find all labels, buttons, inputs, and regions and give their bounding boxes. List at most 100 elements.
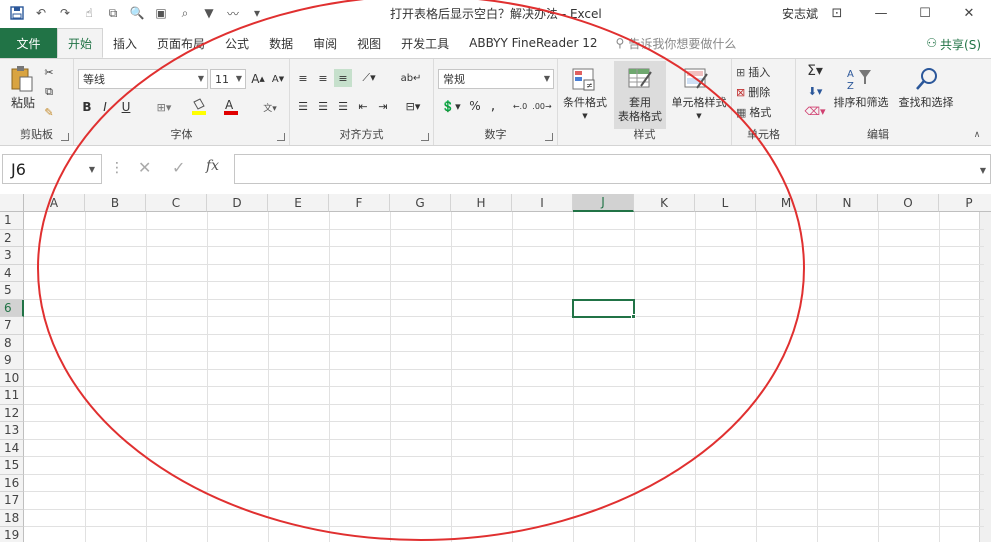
- column-header-n[interactable]: N: [817, 194, 878, 212]
- save-icon[interactable]: [8, 4, 26, 22]
- sort-filter-icon[interactable]: AZ: [844, 65, 874, 93]
- worksheet-grid[interactable]: ▲ ABCDEFGHIJKLMNOP1234567891011121314151…: [0, 194, 991, 542]
- column-header-j[interactable]: J: [573, 194, 634, 212]
- underline-button[interactable]: U: [116, 97, 136, 117]
- comma-button[interactable]: ,: [486, 97, 500, 115]
- column-header-e[interactable]: E: [268, 194, 329, 212]
- print-preview-icon[interactable]: 🔍: [128, 4, 146, 22]
- column-header-f[interactable]: F: [329, 194, 390, 212]
- row-header-5[interactable]: 5: [0, 282, 24, 300]
- name-box[interactable]: J6 ▼: [2, 154, 102, 184]
- number-format-dropdown[interactable]: 常规 ▼: [438, 69, 554, 89]
- column-header-d[interactable]: D: [207, 194, 268, 212]
- row-header-19[interactable]: 19: [0, 527, 24, 542]
- fill-color-icon[interactable]: [188, 97, 214, 117]
- alignment-launcher-icon[interactable]: [421, 133, 429, 141]
- form-icon[interactable]: ▣: [152, 4, 170, 22]
- phonetic-icon[interactable]: 文▾: [256, 97, 284, 117]
- format-painter-icon[interactable]: ✎: [42, 105, 56, 119]
- copy-icon[interactable]: ⧉: [42, 85, 56, 99]
- column-header-c[interactable]: C: [146, 194, 207, 212]
- touch-mode-icon[interactable]: ☝: [80, 4, 98, 22]
- tab-home[interactable]: 开始: [57, 28, 104, 58]
- tab-insert[interactable]: 插入: [103, 28, 147, 58]
- user-name[interactable]: 安志斌: [782, 5, 818, 22]
- insert-cells-button[interactable]: ⊞ 插入: [736, 64, 794, 80]
- tab-review[interactable]: 审阅: [303, 28, 347, 58]
- filter-icon[interactable]: ▼: [200, 4, 218, 22]
- enter-icon[interactable]: ✓: [172, 158, 185, 177]
- cut-icon[interactable]: ✂: [42, 65, 56, 79]
- customize-qat-icon[interactable]: ▾: [248, 4, 266, 22]
- row-header-8[interactable]: 8: [0, 334, 24, 352]
- share-button[interactable]: ⚇ 共享(S): [926, 36, 981, 53]
- increase-indent-icon[interactable]: ⇥: [374, 97, 392, 115]
- column-header-b[interactable]: B: [85, 194, 146, 212]
- tab-formulas[interactable]: 公式: [215, 28, 259, 58]
- top-align-icon[interactable]: ≡: [294, 69, 312, 87]
- row-header-13[interactable]: 13: [0, 422, 24, 440]
- align-right-icon[interactable]: ☰: [334, 97, 352, 115]
- merge-center-icon[interactable]: ⊟▾: [400, 97, 426, 115]
- column-header-p[interactable]: P: [939, 194, 991, 212]
- grow-font-button[interactable]: A ▲: [250, 69, 266, 89]
- wrap-text-icon[interactable]: ab↵: [401, 69, 422, 87]
- clear-icon[interactable]: ⌫▾: [802, 103, 828, 119]
- delete-cells-button[interactable]: ⊠ 删除: [736, 84, 794, 100]
- redo-icon[interactable]: ↷: [56, 4, 74, 22]
- font-color-icon[interactable]: A: [220, 97, 246, 117]
- align-center-icon[interactable]: ☰: [314, 97, 332, 115]
- row-header-6[interactable]: 6: [0, 299, 24, 317]
- font-size-dropdown[interactable]: 11 ▼: [210, 69, 246, 89]
- column-header-o[interactable]: O: [878, 194, 939, 212]
- font-launcher-icon[interactable]: [277, 133, 285, 141]
- tab-developer[interactable]: 开发工具: [391, 28, 459, 58]
- row-header-18[interactable]: 18: [0, 509, 24, 527]
- decrease-indent-icon[interactable]: ⇤: [354, 97, 372, 115]
- row-header-4[interactable]: 4: [0, 264, 24, 282]
- percent-button[interactable]: %: [468, 97, 482, 115]
- number-launcher-icon[interactable]: [545, 133, 553, 141]
- tab-abbyy[interactable]: ABBYY FineReader 12: [459, 28, 607, 58]
- row-header-15[interactable]: 15: [0, 457, 24, 475]
- find-select-icon[interactable]: [912, 65, 942, 93]
- ink-icon[interactable]: 〰: [224, 4, 242, 22]
- column-header-g[interactable]: G: [390, 194, 451, 212]
- minimize-icon[interactable]: —: [859, 0, 903, 26]
- undo-icon[interactable]: ↶: [32, 4, 50, 22]
- fill-icon[interactable]: ⬇▾: [802, 83, 828, 99]
- column-header-i[interactable]: I: [512, 194, 573, 212]
- active-cell[interactable]: [572, 298, 635, 318]
- row-header-11[interactable]: 11: [0, 387, 24, 405]
- collapse-ribbon-icon[interactable]: ∧: [970, 129, 984, 141]
- column-header-l[interactable]: L: [695, 194, 756, 212]
- zoom-icon[interactable]: ⌕: [176, 4, 194, 22]
- formula-input[interactable]: ▼: [234, 154, 991, 184]
- select-all-button[interactable]: [0, 194, 24, 212]
- expand-formula-bar-icon[interactable]: ▼: [980, 166, 986, 175]
- row-header-10[interactable]: 10: [0, 369, 24, 387]
- italic-button[interactable]: I: [98, 97, 112, 117]
- borders-icon[interactable]: ⊞▾: [152, 97, 176, 117]
- cell-styles-icon[interactable]: [682, 65, 710, 93]
- orientation-icon[interactable]: ⟋▾: [356, 69, 382, 87]
- clipboard-launcher-icon[interactable]: [61, 133, 69, 141]
- row-header-17[interactable]: 17: [0, 492, 24, 510]
- paste-icon[interactable]: [8, 65, 36, 93]
- row-header-1[interactable]: 1: [0, 212, 24, 230]
- cell-styles-label[interactable]: 单元格样式: [668, 95, 730, 109]
- camera-icon[interactable]: ⧉: [104, 4, 122, 22]
- sort-filter-label[interactable]: 排序和筛选: [830, 95, 892, 109]
- row-header-14[interactable]: 14: [0, 439, 24, 457]
- bold-button[interactable]: B: [80, 97, 94, 117]
- tell-me-box[interactable]: ⚲ 告诉我你想要做什么: [608, 35, 737, 52]
- fill-handle[interactable]: [631, 314, 636, 319]
- tab-view[interactable]: 视图: [347, 28, 391, 58]
- accounting-format-icon[interactable]: 💲▾: [438, 97, 464, 115]
- paste-label[interactable]: 粘贴: [8, 95, 38, 110]
- increase-decimal-icon[interactable]: ←.0: [510, 97, 530, 115]
- align-left-icon[interactable]: ☰: [294, 97, 312, 115]
- row-header-16[interactable]: 16: [0, 474, 24, 492]
- font-name-dropdown[interactable]: 等线 ▼: [78, 69, 208, 89]
- tab-file[interactable]: 文件: [0, 28, 57, 58]
